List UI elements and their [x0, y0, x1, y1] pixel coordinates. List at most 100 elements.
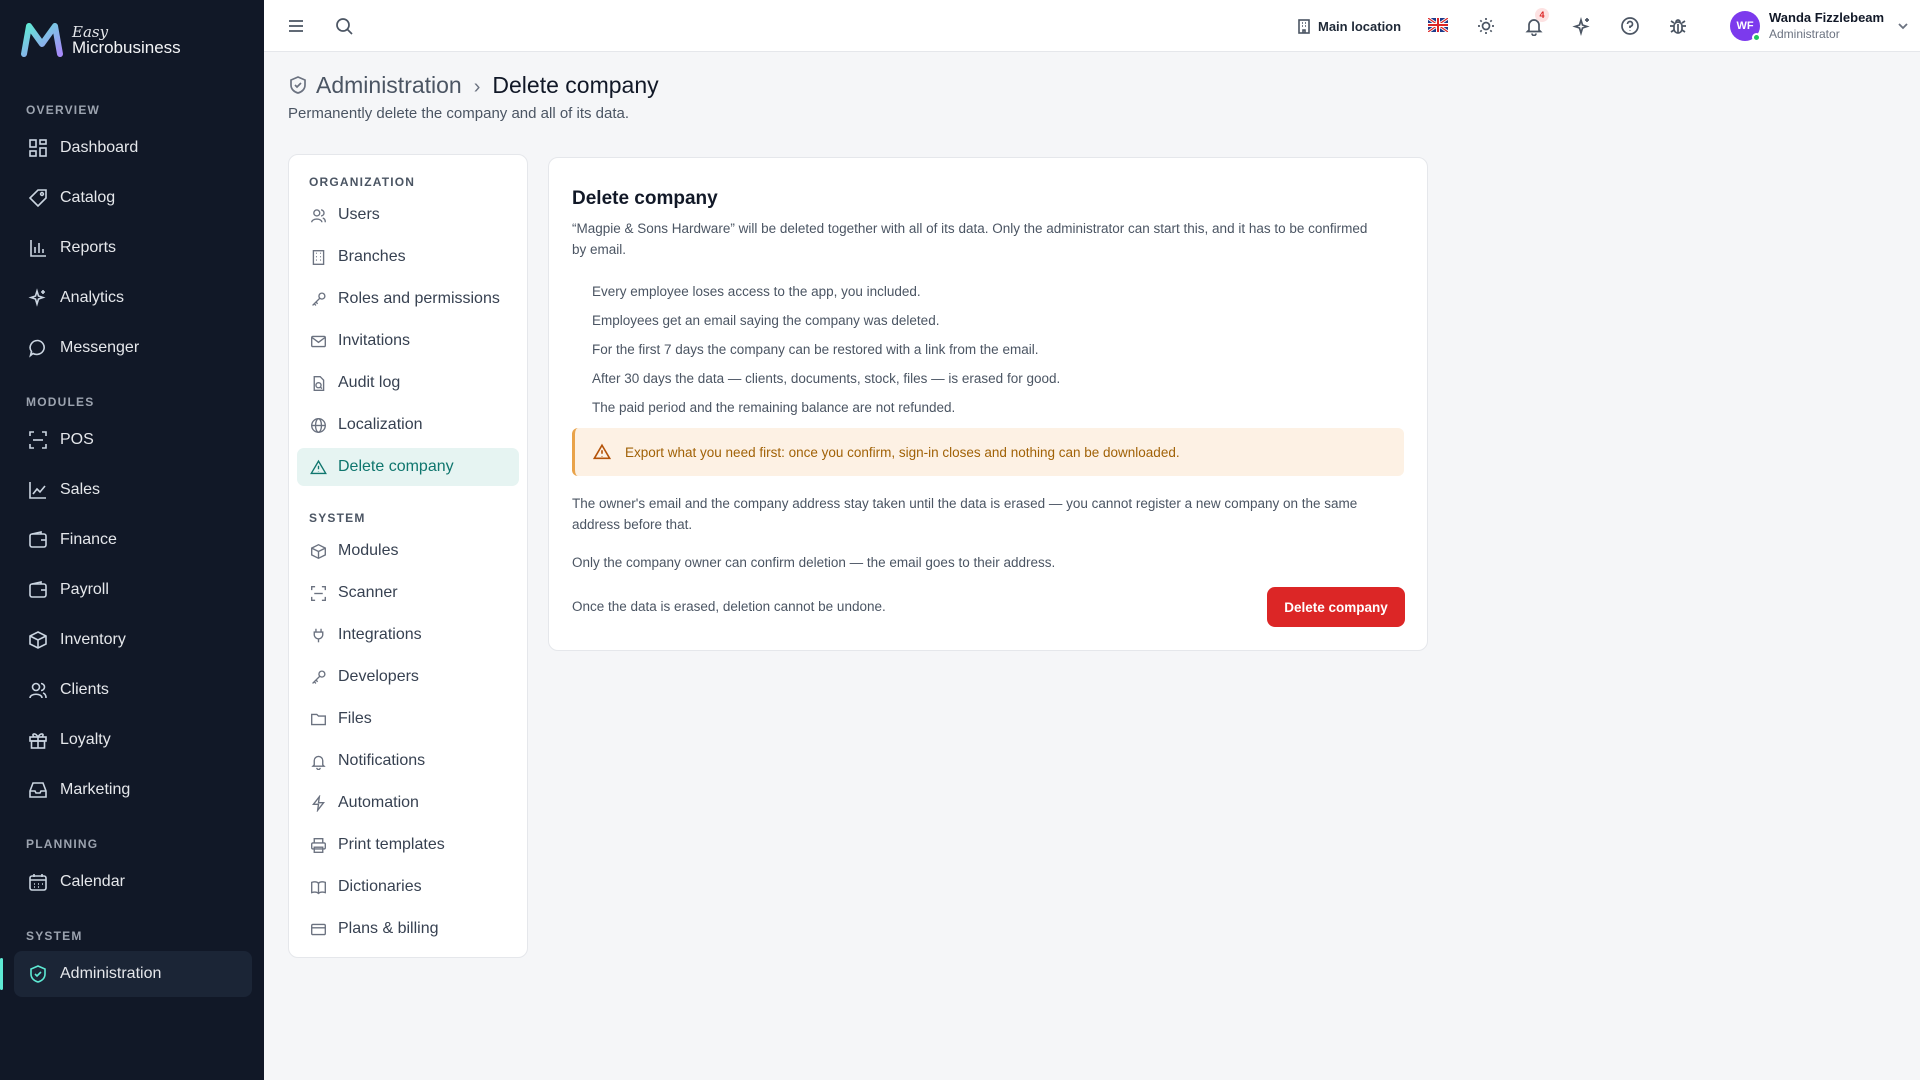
avatar-initials: WF [1736, 20, 1754, 32]
sidebar-item-label: Reports [60, 239, 117, 256]
sidebar-item-finance[interactable]: Finance [14, 517, 252, 563]
settings-item-label: Invitations [338, 332, 411, 349]
sidebar-item-label: Loyalty [60, 731, 111, 748]
page-subtitle: Permanently delete the company and all o… [288, 105, 630, 122]
sidebar-item-messenger[interactable]: Messenger [14, 325, 252, 371]
settings-item-label: Print templates [338, 836, 445, 853]
bar-chart-icon [30, 240, 46, 257]
wallet-icon [29, 531, 47, 548]
logo-mark-icon [20, 22, 64, 58]
settings-item-label: Audit log [338, 374, 401, 391]
settings-item-roles[interactable]: Roles and permissions [297, 280, 519, 318]
active-indicator [0, 958, 3, 990]
key-icon [312, 669, 326, 684]
sidebar-item-label: Payroll [60, 581, 109, 598]
menu-icon [289, 20, 303, 32]
sidebar-item-analytics[interactable]: Analytics [14, 275, 252, 321]
settings-item-scanner[interactable]: Scanner [297, 574, 519, 612]
settings-item-print-templates[interactable]: Print templates [297, 826, 519, 864]
brand-line-2: Microbusiness [72, 38, 181, 57]
settings-item-dictionaries[interactable]: Dictionaries [297, 868, 519, 906]
settings-item-localization[interactable]: Localization [297, 406, 519, 444]
gift-icon [29, 733, 47, 749]
settings-item-plans-billing[interactable]: Plans & billing [297, 910, 519, 948]
theme-toggle-button[interactable] [1474, 14, 1498, 38]
sidebar-item-payroll[interactable]: Payroll [14, 567, 252, 613]
breadcrumb-separator: › [473, 75, 481, 98]
sidebar-item-loyalty[interactable]: Loyalty [14, 717, 252, 763]
settings-item-label: Integrations [338, 626, 422, 643]
sidebar-item-label: Marketing [60, 781, 131, 798]
search-button[interactable] [332, 14, 356, 38]
settings-item-modules[interactable]: Modules [297, 532, 519, 570]
report-bug-button[interactable] [1666, 14, 1690, 38]
user-menu[interactable]: WF Wanda Fizzlebeam Administrator [1730, 9, 1910, 43]
settings-item-developers[interactable]: Developers [297, 658, 519, 696]
list-item: For the first 7 days the company can be … [592, 342, 1039, 357]
bell-icon [311, 755, 326, 770]
list-item: Employees get an email saying the compan… [592, 313, 940, 328]
help-icon [1621, 17, 1639, 35]
list-item: The paid period and the remaining balanc… [592, 400, 956, 415]
sidebar-item-label: Sales [60, 481, 101, 498]
settings-item-audit-log[interactable]: Audit log [297, 364, 519, 402]
warning-icon [593, 443, 611, 460]
settings-item-automation[interactable]: Automation [297, 784, 519, 822]
avatar: WF [1730, 11, 1761, 42]
menu-toggle-button[interactable] [284, 14, 308, 38]
shield-icon [290, 76, 306, 94]
ai-assistant-button[interactable] [1570, 14, 1594, 38]
chevron-down-icon [1898, 23, 1908, 30]
settings-item-notifications[interactable]: Notifications [297, 742, 519, 780]
warning-icon [310, 459, 327, 474]
sidebar-item-administration[interactable]: Administration [14, 951, 252, 997]
settings-item-invitations[interactable]: Invitations [297, 322, 519, 360]
sidebar-item-inventory[interactable]: Inventory [14, 617, 252, 663]
users-icon [311, 208, 326, 222]
users-icon [29, 682, 47, 699]
card-title: Delete company [572, 188, 718, 209]
box-icon [311, 543, 326, 559]
sparkles-icon [1572, 17, 1590, 36]
user-role: Administrator [1769, 27, 1840, 41]
list-item: Every employee loses access to the app, … [592, 284, 921, 299]
settings-item-label: Users [338, 206, 380, 223]
settings-item-label: Roles and permissions [338, 290, 500, 307]
online-status-dot [1752, 33, 1761, 42]
sidebar-item-sales[interactable]: Sales [14, 467, 252, 513]
consequences-list: Every employee loses access to the app, … [592, 277, 1060, 422]
sidebar-item-marketing[interactable]: Marketing [14, 767, 252, 813]
bug-icon [1670, 19, 1686, 34]
sidebar-item-pos[interactable]: POS [14, 417, 252, 463]
breadcrumb-parent-link[interactable]: Administration [316, 72, 462, 99]
settings-item-branches[interactable]: Branches [297, 238, 519, 276]
sidebar-item-clients[interactable]: Clients [14, 667, 252, 713]
sidebar-section-planning: PLANNING [26, 837, 99, 851]
settings-item-integrations[interactable]: Integrations [297, 616, 519, 654]
sidebar-item-label: Finance [60, 531, 117, 548]
settings-item-users[interactable]: Users [297, 196, 519, 234]
sidebar-item-dashboard[interactable]: Dashboard [14, 125, 252, 171]
help-button[interactable] [1618, 14, 1642, 38]
settings-item-label: Delete company [338, 458, 454, 475]
sidebar-item-calendar[interactable]: Calendar [14, 859, 252, 905]
page-title: Delete company [492, 71, 659, 98]
settings-item-label: Notifications [338, 752, 426, 769]
sidebar-section-overview: OVERVIEW [26, 103, 101, 117]
warning-text: Export what you need first: once you con… [625, 444, 1180, 460]
settings-item-label: Plans & billing [338, 920, 439, 937]
settings-item-delete-company[interactable]: Delete company [297, 448, 519, 486]
settings-section-organization: ORGANIZATION [309, 175, 416, 189]
owner-confirmation-note: Only the company owner can confirm delet… [572, 555, 1056, 570]
sidebar-item-reports[interactable]: Reports [14, 225, 252, 271]
delete-company-button[interactable]: Delete company [1267, 587, 1405, 627]
sidebar-item-label: Analytics [60, 289, 125, 306]
uk-flag-icon[interactable] [1428, 18, 1448, 32]
sidebar-item-catalog[interactable]: Catalog [14, 175, 252, 221]
tag-icon [28, 189, 47, 208]
key-icon [312, 291, 326, 306]
settings-item-label: Automation [338, 794, 419, 811]
settings-item-files[interactable]: Files [297, 700, 519, 738]
brand-logo[interactable]: Easy Microbusiness [20, 20, 181, 60]
location-selector[interactable]: Main location [1296, 14, 1401, 38]
